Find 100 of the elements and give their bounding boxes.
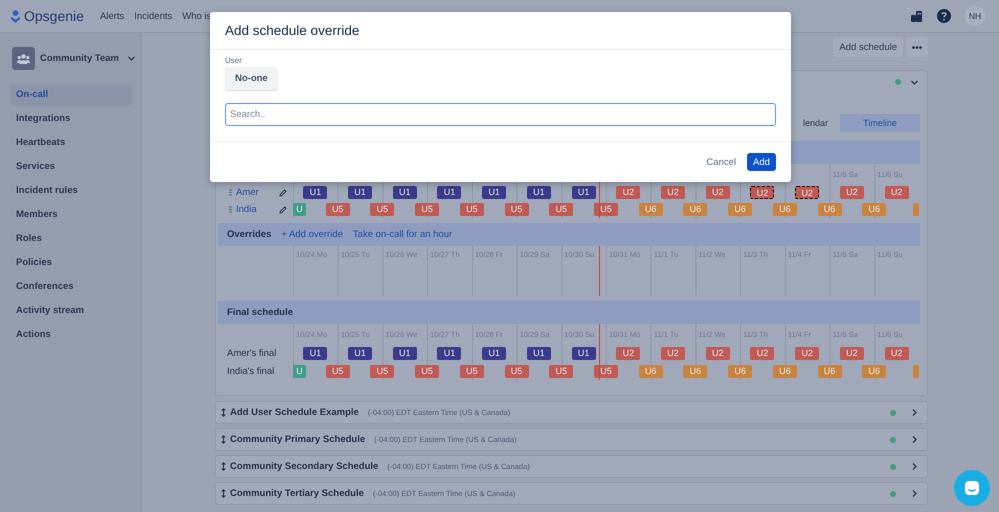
shift-block[interactable]: U5 [549,364,574,378]
shift-block[interactable]: U6 [818,203,842,216]
status-dot-icon [890,436,896,442]
nav-link[interactable]: Incidents [134,10,172,22]
shift-block[interactable]: U6 [728,364,752,378]
add-button[interactable]: Add [747,153,776,171]
chat-icon [964,480,980,496]
shift-block[interactable]: U6 [818,364,842,378]
sidebar-item[interactable]: Activity stream [10,300,132,322]
shift-block[interactable]: U1 [392,346,417,360]
shift-block[interactable]: U6 [862,203,886,216]
pencil-icon[interactable] [279,206,287,214]
shift-block[interactable]: U1 [348,186,372,199]
shift-block[interactable]: U2 [840,186,864,199]
help-icon[interactable] [937,9,951,23]
shift-block[interactable]: U5 [370,203,394,216]
shift-block[interactable]: U5 [504,203,529,216]
current-time-line [599,324,600,380]
sidebar-item[interactable]: Conferences [10,276,132,298]
section-title: Overrides [227,229,272,240]
action-link[interactable]: Take on-call for an hour [352,229,452,240]
shift-block[interactable]: U5 [370,364,394,378]
shift-block[interactable]: U6 [683,203,708,216]
add-schedule-button[interactable]: Add schedule [833,37,903,57]
shift-block[interactable]: U2 [706,186,730,199]
shift-block[interactable]: U2 [750,186,774,199]
sidebar-item[interactable]: Roles [10,228,132,250]
shift-block[interactable]: U2 [795,186,820,199]
shift-block[interactable]: U2 [750,346,774,360]
shift-block[interactable]: U5 [460,203,484,216]
shift-block[interactable]: U1 [526,186,551,199]
user-name-link[interactable]: Amer [236,187,259,198]
search-field[interactable]: Search.. [225,103,776,126]
user-select-button[interactable]: No-one [225,67,278,90]
sidebar-item[interactable]: Actions [10,324,132,346]
shift-block[interactable]: U2 [661,186,686,199]
shift-block[interactable]: U2 [840,346,864,360]
shift-block[interactable]: U1 [437,346,462,360]
shift-block[interactable]: U6 [638,364,663,378]
nav-link[interactable]: Alerts [100,10,124,22]
shift-block[interactable]: U1 [526,346,551,360]
shift-block[interactable]: U1 [482,186,506,199]
view-tab[interactable]: lendar [798,114,832,132]
shift-block[interactable]: U1 [572,346,596,360]
logo-text: Opsgenie [24,8,84,24]
shift-block[interactable]: U5 [326,203,350,216]
shift-block[interactable]: U5 [594,364,618,378]
logo-icon [11,10,20,22]
shift-block[interactable]: U2 [706,346,730,360]
shift-block[interactable]: U5 [326,364,350,378]
shift-block[interactable]: U5 [415,364,440,378]
shift-block[interactable]: U1 [437,186,462,199]
sidebar-item[interactable]: Members [10,204,132,226]
shift-block[interactable]: U1 [348,346,372,360]
shift-block[interactable]: U2 [616,346,640,360]
shift-block[interactable]: U6 [683,364,708,378]
shift-block[interactable]: U5 [460,364,484,378]
action-link[interactable]: + Add override [281,229,343,240]
sidebar-item[interactable]: Heartbeats [10,132,132,154]
shift-block[interactable]: U5 [504,364,529,378]
shift-block[interactable]: U2 [616,186,640,199]
apps-icon[interactable] [911,10,922,22]
shift-block[interactable]: U2 [884,186,909,199]
shift-block[interactable]: U1 [482,346,506,360]
shift-block[interactable]: U2 [795,346,820,360]
shift-block[interactable]: U [293,203,306,216]
sidebar-item[interactable]: Incident rules [10,180,132,202]
pencil-icon[interactable] [279,188,287,196]
shift-block[interactable]: U6 [862,364,886,378]
schedule-name: Community Tertiary Schedule [230,488,364,499]
schedule-name: Community Primary Schedule [230,434,366,445]
section-title: Final schedule [227,307,293,318]
view-tab[interactable]: Timeline [840,114,920,132]
more-button[interactable] [906,37,928,57]
sidebar-item[interactable]: On-call [10,84,132,106]
shift-block[interactable]: U [293,364,306,378]
user-name-link[interactable]: India [236,204,257,215]
sidebar-item[interactable]: Services [10,156,132,178]
shift-block[interactable]: U2 [661,346,686,360]
shift-block[interactable]: U1 [392,186,417,199]
sidebar-item[interactable]: Policies [10,252,132,274]
cancel-button[interactable]: Cancel [706,156,736,168]
shift-block[interactable]: U5 [549,203,574,216]
shift-block[interactable]: U5 [594,203,618,216]
shift-block[interactable]: U1 [303,346,328,360]
shift-block[interactable]: U6 [728,203,752,216]
shift-block[interactable]: U6 [638,203,663,216]
shift-block[interactable]: U1 [572,186,596,199]
status-dot-icon [895,79,901,85]
sidebar-item[interactable]: Integrations [10,108,132,130]
shift-block[interactable]: U6 [772,364,797,378]
chat-button[interactable] [954,470,990,506]
schedule-name: Community Secondary Schedule [230,461,378,472]
shift-block[interactable]: U1 [303,186,328,199]
sort-arrows-icon [221,435,226,444]
shift-block[interactable]: U5 [415,203,440,216]
shift-block[interactable]: U2 [884,346,909,360]
user-avatar[interactable]: NH [965,6,985,26]
expand-chevron-icon [910,408,919,417]
shift-block[interactable]: U6 [772,203,797,216]
